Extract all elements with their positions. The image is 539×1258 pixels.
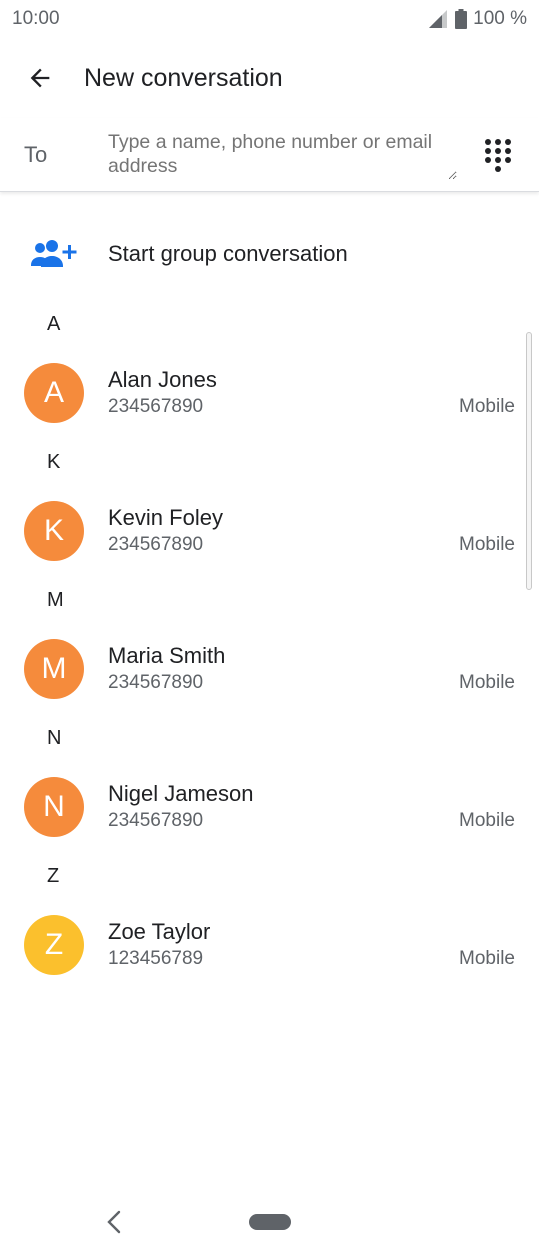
contact-item-maria-smith[interactable]: M Maria Smith 234567890 Mobile [0,624,539,714]
dialpad-button[interactable] [457,118,539,192]
contact-item-nigel-jameson[interactable]: N Nigel Jameson 234567890 Mobile [0,762,539,852]
home-pill-icon[interactable] [249,1214,291,1230]
group-add-icon [31,240,77,267]
back-button[interactable] [0,40,84,116]
contact-list: A A Alan Jones 234567890 Mobile K K Kevi… [0,300,539,990]
contact-item-alan-jones[interactable]: A Alan Jones 234567890 Mobile [0,348,539,438]
arrow-back-icon [30,68,50,88]
contact-name: Nigel Jameson [108,781,254,806]
signal-icon [429,10,448,28]
system-nav-bar [0,1190,539,1258]
contact-name: Alan Jones [108,367,217,392]
contact-type: Mobile [459,534,515,555]
section-header-a: A [47,312,61,335]
start-group-conversation[interactable]: Start group conversation [0,222,539,286]
contact-name: Maria Smith [108,643,226,668]
contact-type: Mobile [459,396,515,417]
group-label: Start group conversation [108,241,348,266]
section-header-z: Z [47,864,60,887]
section-header-k: K [47,450,61,473]
status-time: 10:00 [12,8,60,29]
nav-back-button[interactable] [100,1208,128,1236]
group-icon-wrap [0,239,108,269]
contact-type: Mobile [459,810,515,831]
battery-text: 100 % [473,8,527,29]
page-title: New conversation [84,63,283,92]
section-header-n: N [47,726,62,749]
screen: 10:00 100 % New conversation To Type a n… [0,0,539,1258]
avatar: N [24,777,84,837]
scrollbar[interactable] [526,332,532,590]
nav-back-icon [107,1210,121,1234]
contact-item-zoe-taylor[interactable]: Z Zoe Taylor 123456789 Mobile [0,900,539,990]
avatar: M [24,639,84,699]
contact-name: Zoe Taylor [108,919,211,944]
contact-item-kevin-foley[interactable]: K Kevin Foley 234567890 Mobile [0,486,539,576]
battery-icon [455,9,468,29]
recipient-input[interactable] [108,129,457,180]
section-header-m: M [47,588,64,611]
avatar: A [24,363,84,423]
contact-type: Mobile [459,672,515,693]
app-bar: New conversation [0,40,539,116]
status-icons: 100 % [429,8,527,30]
contact-name: Kevin Foley [108,505,223,530]
avatar: K [24,501,84,561]
to-label: To [24,141,48,167]
avatar: Z [24,915,84,975]
contact-type: Mobile [459,948,515,969]
recipient-row: To [0,118,539,192]
dialpad-icon [485,138,511,172]
status-bar: 10:00 100 % [0,0,539,38]
